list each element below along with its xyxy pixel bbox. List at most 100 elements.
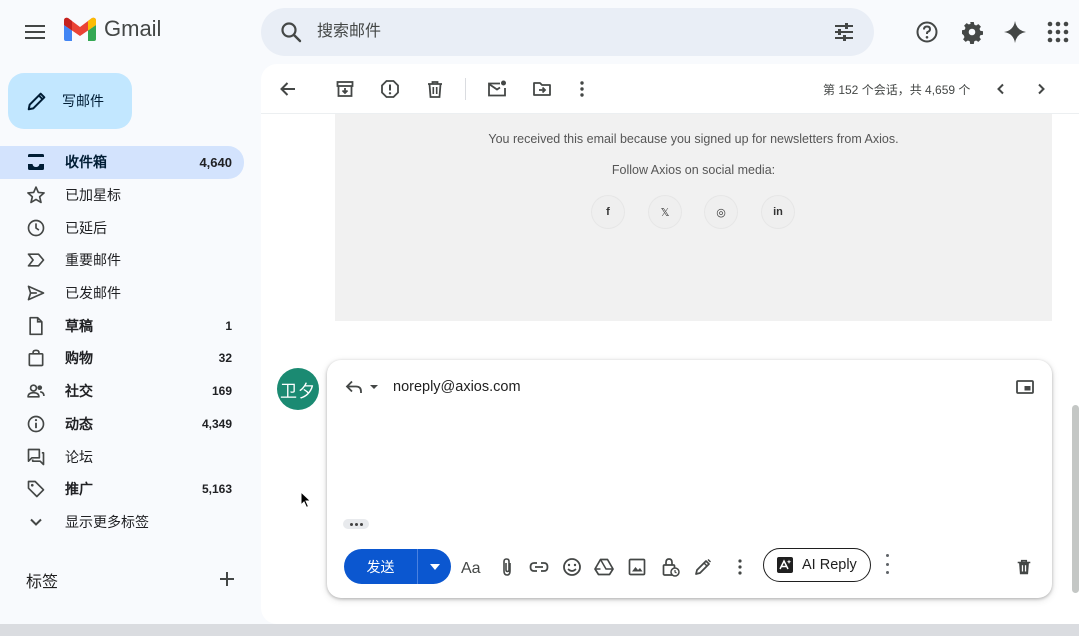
svg-text:Aa: Aa — [461, 560, 481, 575]
sidebar-item-updates[interactable]: 动态 4,349 — [0, 408, 244, 441]
drive-icon — [594, 558, 614, 576]
emoji-button[interactable] — [561, 556, 583, 578]
search-icon[interactable] — [279, 20, 303, 44]
x-icon: 𝕏 — [660, 206, 670, 219]
sidebar-item-label: 重要邮件 — [65, 252, 121, 269]
link-icon — [529, 562, 549, 572]
newer-button[interactable] — [989, 77, 1013, 101]
sidebar-item-shopping[interactable]: 购物 32 — [0, 342, 244, 375]
unread-count: 5,163 — [201, 482, 232, 497]
send-options-button[interactable] — [417, 549, 451, 584]
star-icon — [26, 185, 46, 205]
lock-clock-icon — [662, 558, 680, 577]
settings-button[interactable] — [958, 18, 986, 46]
toolbar-divider — [465, 78, 466, 100]
add-label-icon[interactable] — [216, 568, 238, 590]
main-menu-button[interactable] — [22, 20, 50, 44]
pen-icon — [695, 558, 712, 575]
sidebar-item-sent[interactable]: 已发邮件 — [0, 277, 244, 310]
linkedin-link[interactable]: in — [762, 196, 794, 228]
search-input[interactable] — [317, 8, 817, 56]
scrollbar-thumb[interactable] — [1072, 405, 1079, 593]
instagram-link[interactable]: ◎ — [705, 196, 737, 228]
image-icon — [628, 558, 646, 576]
x-link[interactable]: 𝕏 — [649, 196, 681, 228]
signature-button[interactable] — [692, 556, 714, 578]
sidebar-item-promotions[interactable]: 推广 5,163 — [0, 473, 244, 506]
ai-reply-icon — [777, 557, 793, 573]
chevron-right-icon — [1038, 83, 1045, 95]
send-icon — [26, 283, 46, 303]
more-actions-button[interactable] — [570, 77, 594, 101]
sidebar-item-show-more[interactable]: 显示更多标签 — [0, 506, 244, 539]
move-to-button[interactable] — [530, 77, 554, 101]
mark-unread-button[interactable] — [485, 77, 509, 101]
sidebar-item-label: 推广 — [65, 481, 93, 498]
sidebar-item-label: 收件箱 — [65, 154, 107, 171]
help-icon — [916, 21, 938, 43]
sidebar-item-snoozed[interactable]: 已延后 — [0, 211, 244, 244]
recipient-field[interactable]: noreply@axios.com — [393, 379, 521, 395]
email-footer: You received this email because you sign… — [335, 114, 1052, 321]
delete-button[interactable] — [423, 77, 447, 101]
show-trimmed-content-button[interactable] — [343, 519, 369, 529]
gmail-logo[interactable]: Gmail — [64, 16, 161, 42]
confidential-mode-button[interactable] — [660, 556, 682, 578]
trash-icon — [1017, 559, 1031, 575]
sidebar-item-inbox[interactable]: 收件箱 4,640 — [0, 146, 244, 179]
ai-reply-button[interactable]: AI Reply — [763, 548, 871, 582]
pencil-icon — [27, 92, 46, 111]
avatar[interactable]: 卫夕 — [277, 368, 319, 410]
insert-link-button[interactable] — [528, 556, 550, 578]
sidebar-nav: 收件箱 4,640 已加星标 已延后 重要邮件 已发邮件 草稿 1 购物 32 … — [0, 146, 256, 538]
gmail-logo-text: Gmail — [104, 16, 162, 41]
unread-count: 169 — [211, 384, 232, 399]
popout-icon[interactable] — [1016, 380, 1034, 394]
apps-button[interactable] — [1044, 18, 1072, 46]
ai-reply-more-button[interactable] — [883, 554, 891, 574]
help-button[interactable] — [913, 18, 941, 46]
discard-draft-button[interactable] — [1013, 556, 1035, 578]
facebook-link[interactable]: f — [592, 196, 624, 228]
search-options-icon[interactable] — [832, 20, 856, 44]
text-format-icon: Aa — [461, 560, 481, 575]
move-folder-icon — [533, 82, 551, 96]
shopping-icon — [26, 348, 46, 368]
newsletter-notice: You received this email because you sign… — [488, 132, 899, 146]
sidebar-item-label: 购物 — [65, 350, 93, 367]
gear-icon — [962, 22, 983, 44]
reply-type-button[interactable] — [345, 379, 379, 395]
sidebar-item-label: 动态 — [65, 415, 93, 432]
trash-icon — [428, 81, 442, 98]
sidebar-item-important[interactable]: 重要邮件 — [0, 244, 244, 277]
formatting-button[interactable]: Aa — [461, 556, 483, 578]
drive-button[interactable] — [593, 556, 615, 578]
send-button[interactable]: 发送 — [344, 549, 417, 584]
mouse-cursor-icon — [300, 491, 312, 509]
social-heading: Follow Axios on social media: — [611, 163, 776, 177]
sidebar-item-starred[interactable]: 已加星标 — [0, 179, 244, 212]
gemini-button[interactable] — [1001, 18, 1029, 46]
important-icon — [26, 250, 46, 270]
forum-icon — [26, 447, 46, 467]
sidebar-item-label: 论坛 — [65, 448, 93, 465]
insert-photo-button[interactable] — [626, 556, 648, 578]
archive-button[interactable] — [333, 77, 357, 101]
attach-button[interactable] — [496, 556, 518, 578]
compose-button[interactable]: 写邮件 — [8, 73, 132, 129]
window-bottom-edge — [0, 624, 1079, 636]
sidebar-item-social[interactable]: 社交 169 — [0, 375, 244, 408]
sidebar-item-label: 已发邮件 — [65, 285, 121, 302]
caret-down-icon — [370, 385, 378, 389]
report-spam-button[interactable] — [378, 77, 402, 101]
sidebar-item-forums[interactable]: 论坛 — [0, 440, 244, 473]
sidebar-item-drafts[interactable]: 草稿 1 — [0, 309, 244, 342]
inbox-icon — [26, 152, 46, 172]
linkedin-icon: in — [773, 206, 783, 218]
back-button[interactable] — [276, 77, 300, 101]
more-options-button[interactable] — [729, 556, 751, 578]
unread-count: 4,640 — [199, 154, 232, 170]
older-button[interactable] — [1029, 77, 1053, 101]
gmail-m-icon — [64, 17, 96, 41]
instagram-icon: ◎ — [716, 206, 726, 219]
